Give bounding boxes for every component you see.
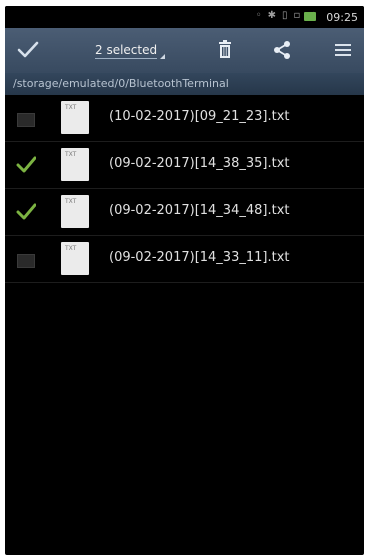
delete-button[interactable] bbox=[214, 39, 236, 61]
action-bar: 2 selected bbox=[5, 28, 364, 74]
status-bar: ◦ ✱ ▯ ▫ ◢ 09:25 bbox=[5, 6, 364, 28]
text-file-icon: TXT bbox=[61, 148, 89, 181]
file-name: (09-02-2017)[14_33_11].txt bbox=[109, 250, 290, 265]
selected-count-label: 2 selected bbox=[95, 43, 158, 57]
selected-count-dropdown[interactable]: 2 selected bbox=[95, 43, 166, 59]
file-list: TXT (10-02-2017)[09_21_23].txt TXT (09-0… bbox=[5, 95, 364, 283]
phone-screen: ◦ ✱ ▯ ▫ ◢ 09:25 2 selected bbox=[5, 6, 364, 555]
menu-icon bbox=[335, 44, 351, 56]
path-breadcrumb: /storage/emulated/0/BluetoothTerminal bbox=[5, 73, 364, 95]
unchecked-box-icon bbox=[17, 254, 35, 268]
file-row[interactable]: TXT (10-02-2017)[09_21_23].txt bbox=[5, 95, 364, 142]
file-row[interactable]: TXT (09-02-2017)[14_33_11].txt bbox=[5, 236, 364, 283]
file-name: (09-02-2017)[14_38_35].txt bbox=[109, 156, 290, 171]
check-icon bbox=[16, 203, 37, 220]
share-button[interactable] bbox=[271, 39, 293, 61]
wifi-icon: ◦ bbox=[255, 10, 262, 21]
file-row[interactable]: TXT (09-02-2017)[14_38_35].txt bbox=[5, 142, 364, 189]
share-icon bbox=[274, 41, 290, 59]
vibrate-icon: ▯ bbox=[282, 10, 288, 21]
text-file-icon: TXT bbox=[61, 195, 89, 228]
file-row[interactable]: TXT (09-02-2017)[14_34_48].txt bbox=[5, 189, 364, 236]
battery-icon bbox=[304, 12, 316, 21]
check-all-icon bbox=[17, 41, 39, 58]
bluetooth-icon: ✱ bbox=[267, 10, 276, 21]
status-time: 09:25 bbox=[326, 11, 358, 24]
text-file-icon: TXT bbox=[61, 242, 89, 275]
row-checkbox[interactable] bbox=[16, 203, 37, 221]
overflow-menu-button[interactable] bbox=[332, 39, 354, 61]
unchecked-box-icon bbox=[17, 113, 35, 127]
row-checkbox[interactable] bbox=[16, 250, 36, 268]
text-file-icon: TXT bbox=[61, 101, 89, 134]
dropdown-corner-icon bbox=[160, 54, 166, 59]
check-all-button[interactable] bbox=[15, 37, 41, 63]
delete-icon bbox=[219, 40, 231, 58]
row-checkbox[interactable] bbox=[16, 109, 36, 127]
row-checkbox[interactable] bbox=[16, 156, 37, 174]
check-icon bbox=[16, 156, 37, 173]
sim-icon: ▫ bbox=[293, 10, 301, 21]
file-name: (10-02-2017)[09_21_23].txt bbox=[109, 109, 290, 124]
file-name: (09-02-2017)[14_34_48].txt bbox=[109, 203, 290, 218]
